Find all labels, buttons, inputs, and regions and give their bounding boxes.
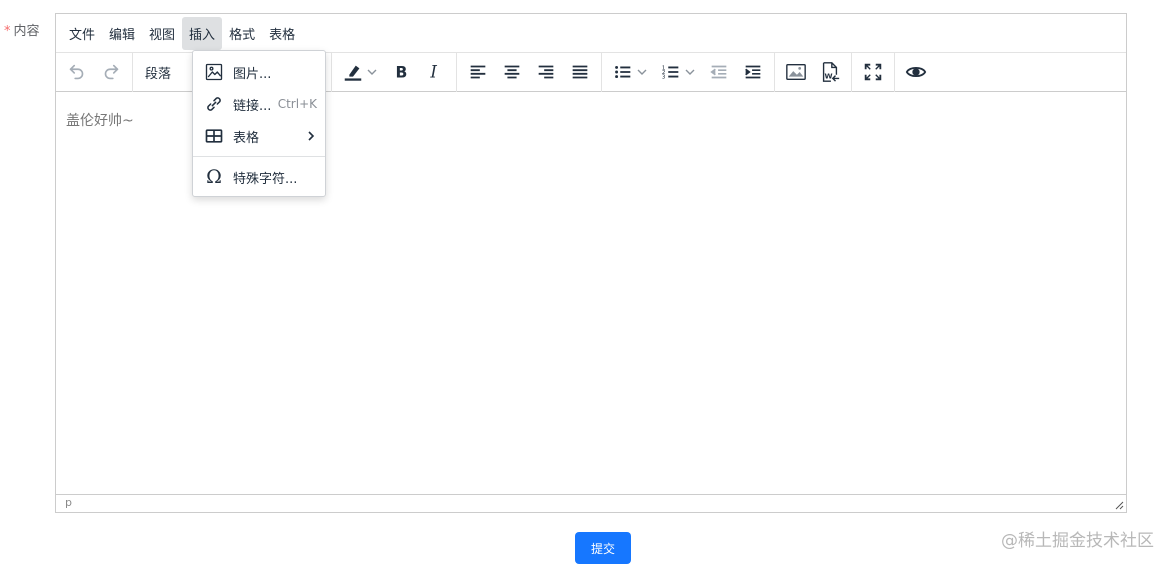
align-center-button[interactable] <box>495 57 529 87</box>
resize-handle-icon[interactable] <box>1114 500 1124 510</box>
outdent-icon <box>710 65 727 79</box>
indent-button[interactable] <box>736 57 770 87</box>
align-right-icon <box>538 65 554 79</box>
numbered-list-button[interactable]: 123 <box>654 57 702 87</box>
insert-link-menu-item[interactable]: 链接... Ctrl+K <box>193 88 325 120</box>
numbered-list-icon: 123 <box>662 65 679 80</box>
insert-image-menu-item[interactable]: 图片... <box>193 56 325 88</box>
import-word-button[interactable]: W <box>813 57 847 87</box>
bold-button[interactable]: B <box>384 57 418 87</box>
insert-image-button[interactable] <box>779 57 813 87</box>
required-mark: * <box>4 24 11 39</box>
submit-button[interactable]: 提交 <box>575 532 631 564</box>
preview-icon <box>905 66 927 78</box>
editor-content[interactable]: 盖伦好帅~ <box>66 110 134 130</box>
svg-text:B: B <box>396 64 408 82</box>
redo-button[interactable] <box>94 57 128 87</box>
undo-icon <box>69 64 84 80</box>
highlight-color-icon <box>344 65 362 81</box>
menu-table[interactable]: 表格 <box>262 17 302 50</box>
align-justify-icon <box>572 65 588 79</box>
fullscreen-button[interactable] <box>856 57 890 87</box>
align-justify-button[interactable] <box>563 57 597 87</box>
fullscreen-icon <box>864 63 882 81</box>
preview-group <box>895 53 937 92</box>
align-left-icon <box>470 65 486 79</box>
svg-text:W: W <box>825 71 833 80</box>
list-group: 123 <box>602 52 775 92</box>
menu-view[interactable]: 视图 <box>142 17 182 50</box>
insert-dropdown-menu: 图片... 链接... Ctrl+K 表格 Ω 特殊字符... <box>192 50 326 197</box>
fullscreen-group <box>852 52 895 92</box>
bullet-list-icon <box>615 65 631 79</box>
insert-image-label: 图片... <box>233 66 272 82</box>
editor-statusbar: p <box>56 494 1126 512</box>
align-group <box>457 52 602 92</box>
element-path[interactable]: p <box>65 496 72 509</box>
redo-icon <box>104 64 119 80</box>
insert-table-label: 表格 <box>233 130 260 146</box>
align-center-icon <box>504 65 520 79</box>
chevron-right-icon <box>308 131 315 141</box>
history-group <box>56 52 133 92</box>
text-format-group: B I <box>332 52 457 92</box>
align-left-button[interactable] <box>461 57 495 87</box>
highlight-color-button[interactable] <box>336 57 384 87</box>
chevron-down-icon <box>685 69 695 75</box>
image-icon <box>786 63 806 81</box>
preview-button[interactable] <box>899 57 933 87</box>
italic-icon: I <box>429 63 437 82</box>
watermark: @稀土掘金技术社区 <box>1001 531 1154 551</box>
italic-button[interactable]: I <box>418 57 452 87</box>
insert-special-char-menu-item[interactable]: Ω 特殊字符... <box>193 161 325 193</box>
menu-edit[interactable]: 编辑 <box>102 17 142 50</box>
menu-insert[interactable]: 插入 <box>182 16 223 50</box>
menu-separator <box>193 156 325 157</box>
svg-text:3: 3 <box>662 74 666 80</box>
chevron-down-icon <box>637 69 647 75</box>
chevron-down-icon <box>367 69 377 75</box>
content-form-label: * 内容 <box>4 20 40 39</box>
bold-icon: B <box>396 64 408 82</box>
media-group: W <box>775 52 852 92</box>
menu-file[interactable]: 文件 <box>62 17 102 50</box>
form-label-text: 内容 <box>13 24 40 39</box>
align-right-button[interactable] <box>529 57 563 87</box>
editor-menubar: 文件 编辑 视图 插入 格式 表格 <box>56 14 1126 53</box>
outdent-button[interactable] <box>702 57 736 87</box>
bullet-list-button[interactable] <box>606 57 654 87</box>
undo-button[interactable] <box>60 57 94 87</box>
link-icon <box>203 93 225 115</box>
indent-icon <box>745 65 761 79</box>
link-shortcut: Ctrl+K <box>277 97 317 111</box>
omega-icon: Ω <box>206 165 222 188</box>
insert-special-char-label: 特殊字符... <box>233 171 298 187</box>
svg-text:I: I <box>429 63 437 82</box>
import-word-icon: W <box>822 62 840 82</box>
table-icon <box>203 125 225 147</box>
menu-format[interactable]: 格式 <box>222 17 262 50</box>
image-icon <box>203 61 225 83</box>
insert-link-label: 链接... <box>233 98 272 114</box>
insert-table-menu-item[interactable]: 表格 <box>193 120 325 152</box>
